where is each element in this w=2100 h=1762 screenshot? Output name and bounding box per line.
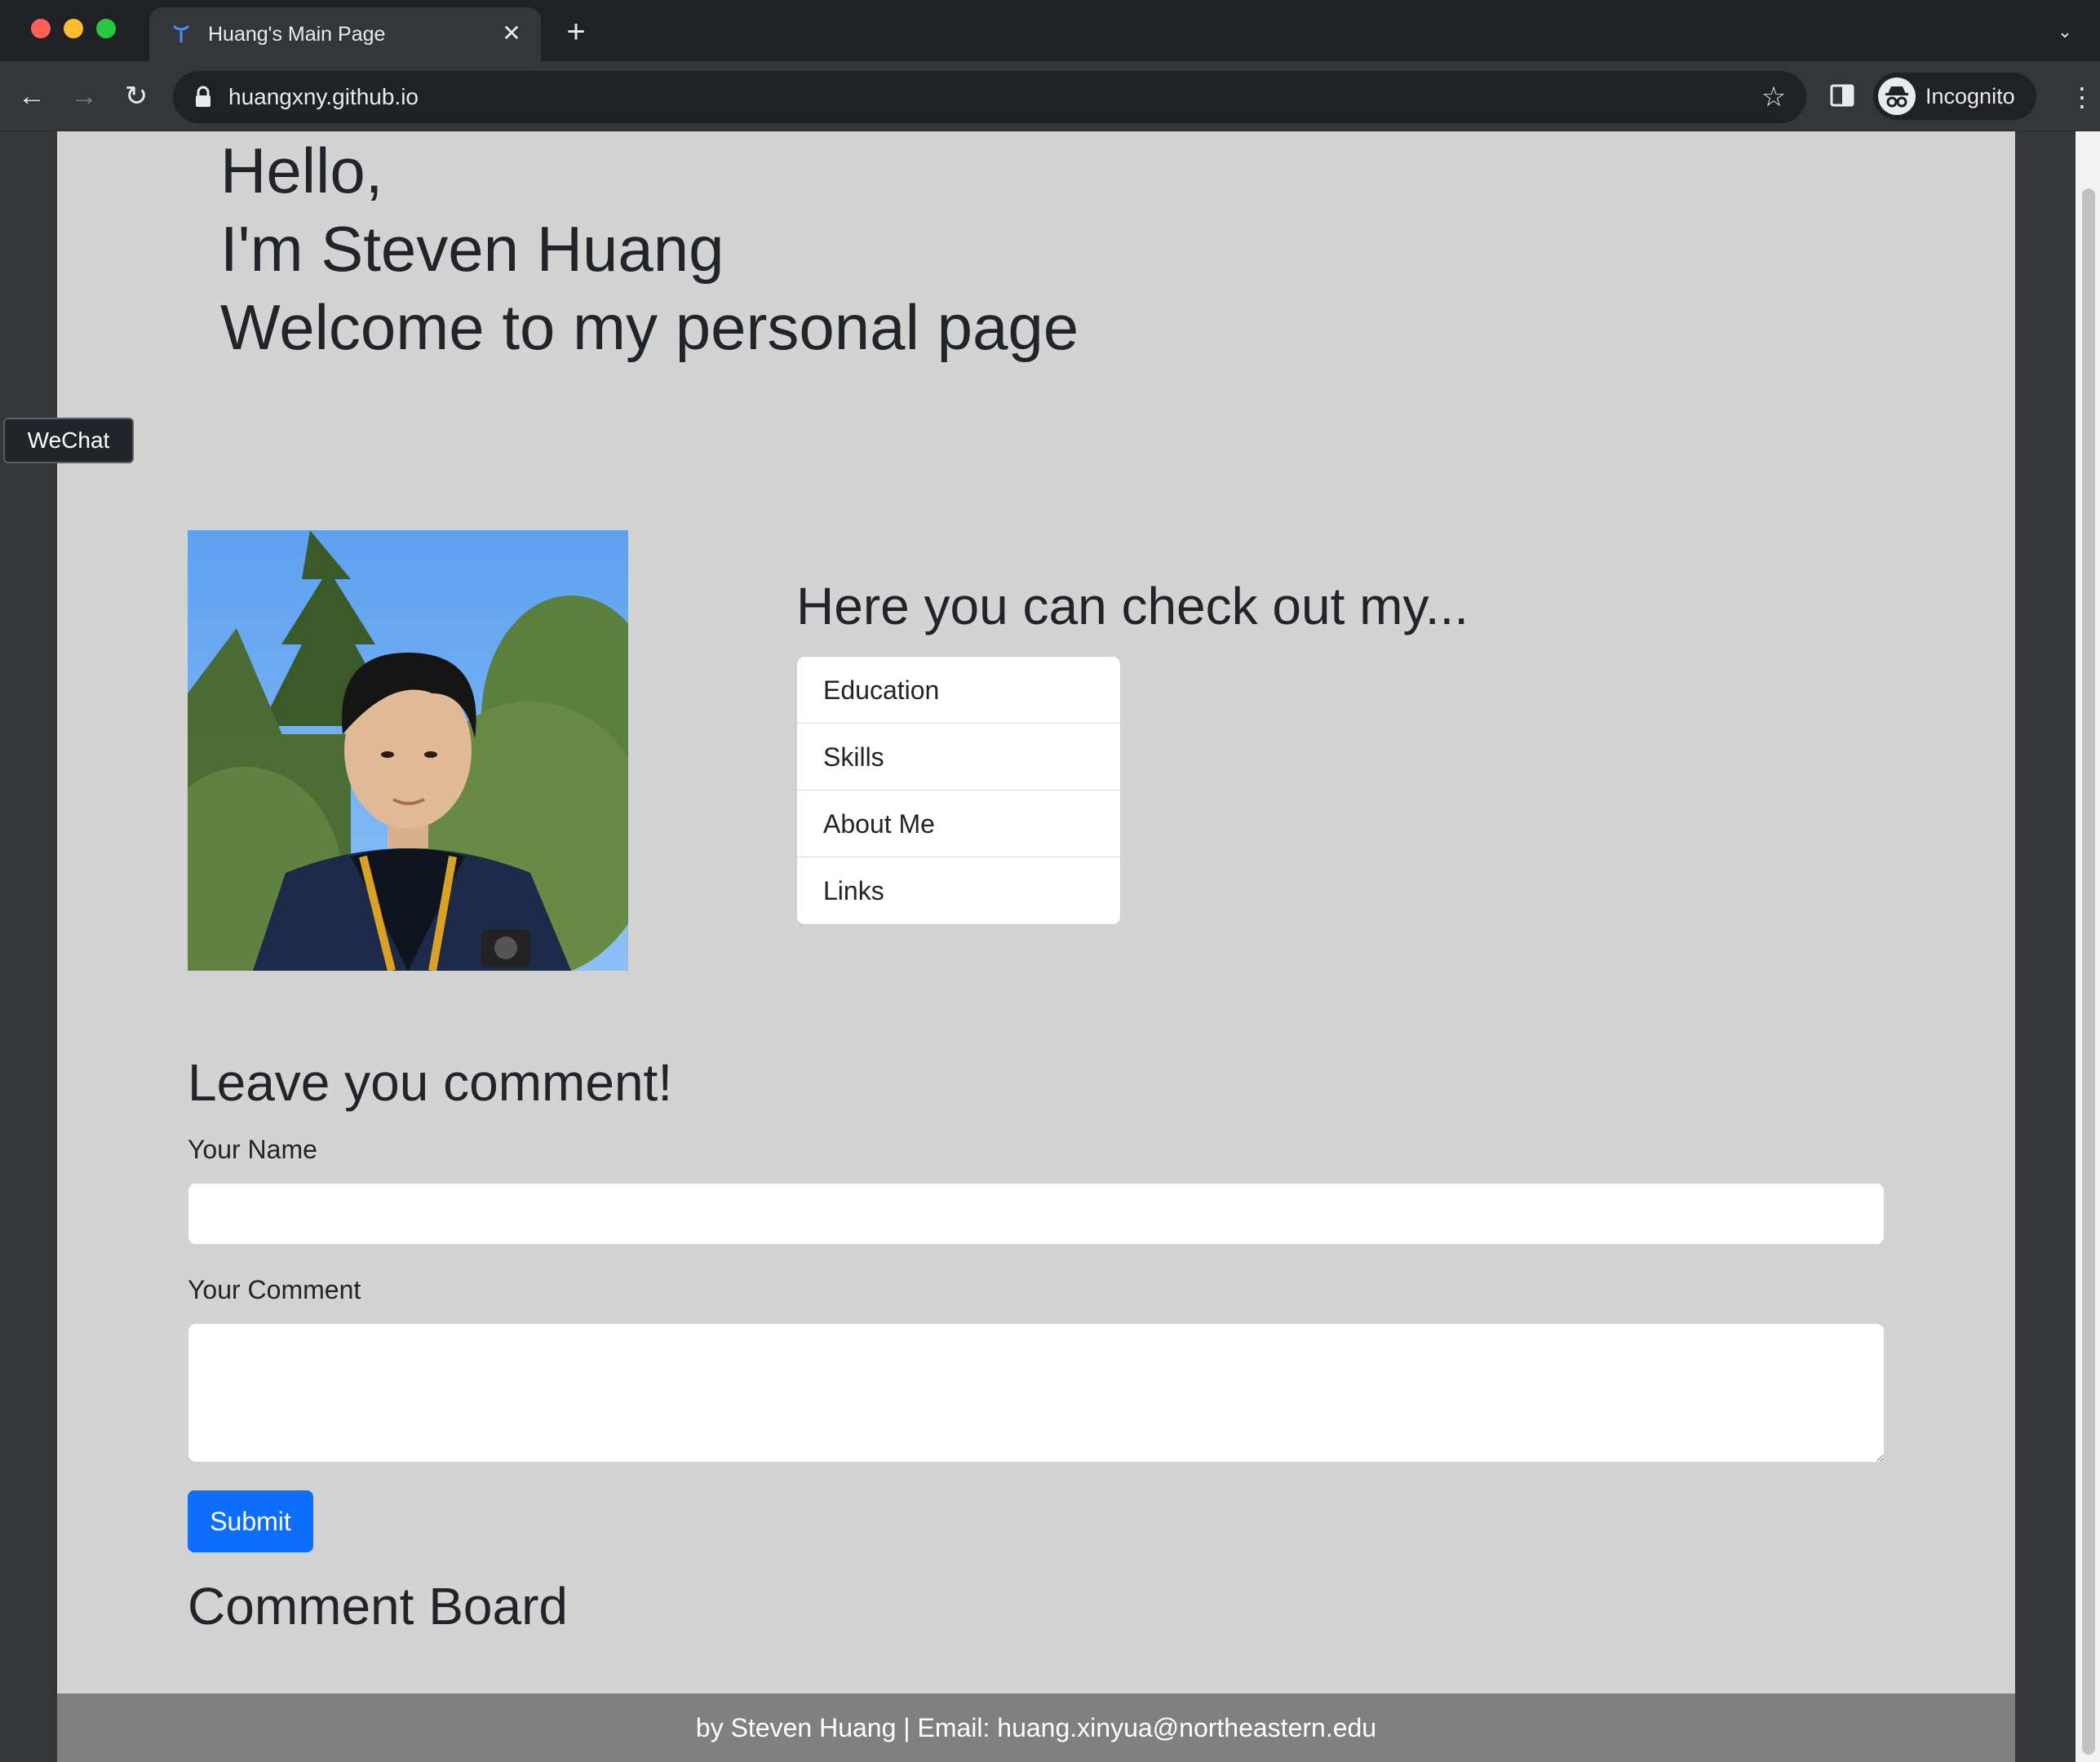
plus-icon[interactable]: + — [561, 15, 591, 48]
browser-toolbar: ← → ↻ huangxny.github.io ☆ Incognito ⋮ — [0, 61, 2100, 131]
hero-line-welcome: Welcome to my personal page — [220, 291, 1079, 363]
hero-line-name: I'm Steven Huang — [220, 213, 724, 285]
arrow-right-icon[interactable]: → — [67, 79, 101, 113]
nav-item-education[interactable]: Education — [797, 657, 1120, 724]
nav-item-links[interactable]: Links — [797, 857, 1120, 924]
name-input[interactable] — [188, 1183, 1885, 1245]
nav-item-skills[interactable]: Skills — [797, 724, 1120, 790]
url-text[interactable]: huangxny.github.io — [228, 84, 419, 110]
star-icon[interactable]: ☆ — [1759, 82, 1788, 112]
hero-line-greeting: Hello, — [220, 135, 383, 206]
github-favicon-icon — [169, 21, 193, 46]
kebab-menu-icon[interactable]: ⋮ — [2069, 82, 2095, 112]
address-bar[interactable]: huangxny.github.io ☆ — [173, 71, 1806, 123]
comment-form-title: Leave you comment! — [188, 1053, 673, 1112]
submit-button[interactable]: Submit — [188, 1490, 313, 1552]
name-field-label: Your Name — [188, 1135, 317, 1164]
profile-button[interactable]: Incognito — [1873, 73, 2036, 120]
reload-icon[interactable]: ↻ — [119, 79, 153, 113]
close-window-button[interactable] — [31, 19, 51, 38]
chevron-down-icon[interactable]: ⌄ — [2053, 20, 2077, 44]
page-viewport: Hello, I'm Steven Huang Welcome to my pe… — [0, 131, 2100, 1762]
side-panel-icon[interactable] — [1829, 82, 1855, 108]
scrollbar-thumb[interactable] — [2082, 188, 2095, 1755]
close-icon[interactable]: ✕ — [498, 20, 525, 46]
page-footer: by Steven Huang | Email: huang.xinyua@no… — [57, 1693, 2015, 1762]
profile-photo — [188, 530, 628, 971]
nav-item-about-me[interactable]: About Me — [797, 790, 1120, 857]
arrow-left-icon[interactable]: ← — [15, 79, 49, 113]
profile-label: Incognito — [1925, 84, 2015, 108]
browser-tab-bar: Huang's Main Page ✕ + ⌄ — [0, 0, 2100, 61]
section-nav-list: Education Skills About Me Links — [796, 656, 1121, 925]
comment-field-label: Your Comment — [188, 1275, 361, 1304]
minimize-window-button[interactable] — [64, 19, 83, 38]
comment-board-title: Comment Board — [188, 1577, 568, 1636]
maximize-window-button[interactable] — [96, 19, 116, 38]
scrollbar-track[interactable] — [2076, 131, 2100, 1762]
hero-heading: Hello, I'm Steven Huang Welcome to my pe… — [220, 131, 1079, 366]
section-title-checkout: Here you can check out my... — [796, 577, 1469, 635]
page-body: Hello, I'm Steven Huang Welcome to my pe… — [57, 131, 2015, 1762]
wechat-button[interactable]: WeChat — [3, 418, 134, 463]
lock-icon[interactable] — [194, 86, 212, 108]
footer-text: by Steven Huang | Email: huang.xinyua@no… — [695, 1713, 1377, 1742]
tab-title: Huang's Main Page — [208, 23, 386, 46]
comment-textarea[interactable] — [188, 1323, 1885, 1463]
browser-tab-active[interactable]: Huang's Main Page ✕ — [149, 7, 541, 61]
incognito-icon — [1878, 77, 1916, 115]
